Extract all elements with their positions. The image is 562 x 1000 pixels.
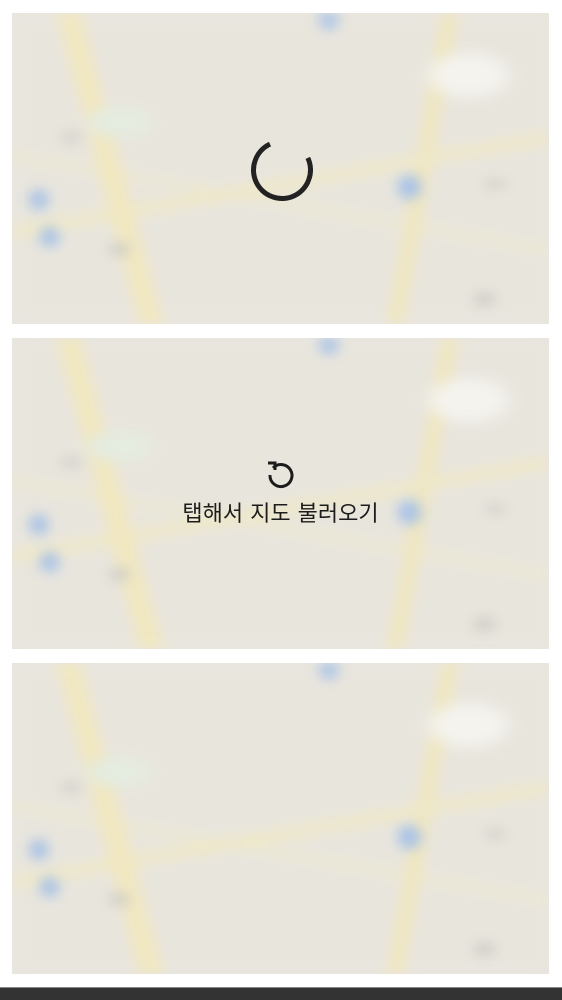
- reload-button[interactable]: 탭해서 지도 불러오기: [12, 458, 549, 528]
- bottom-bar: [0, 987, 562, 1000]
- map-background: [12, 663, 549, 974]
- reload-icon: [267, 461, 293, 489]
- map-loaded[interactable]: [12, 663, 549, 974]
- map-loading: [12, 13, 549, 324]
- reload-label: 탭해서 지도 불러오기: [182, 502, 379, 527]
- map-tap-to-load[interactable]: 탭해서 지도 불러오기: [12, 338, 549, 649]
